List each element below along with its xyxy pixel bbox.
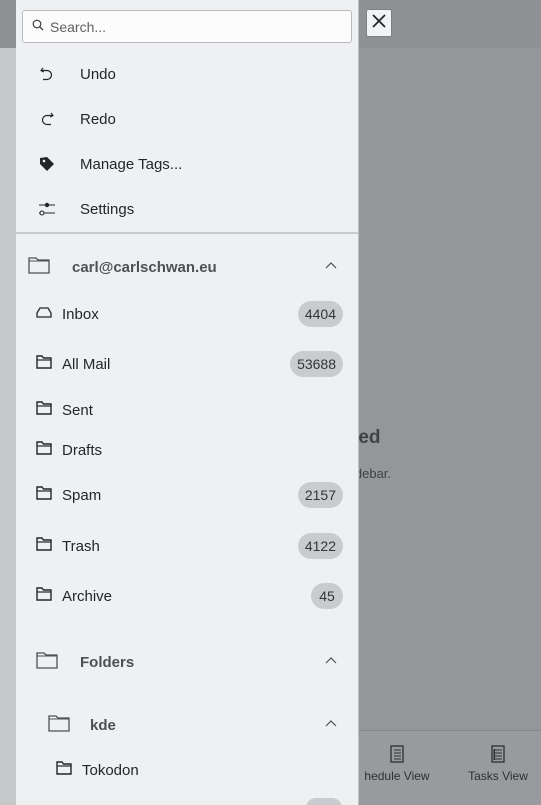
window-edge bbox=[0, 0, 16, 805]
folder-label: Archive bbox=[62, 587, 113, 605]
folder-label: Sent bbox=[62, 401, 93, 419]
tab-label: hedule View bbox=[364, 769, 430, 783]
unread-count-badge bbox=[306, 798, 342, 805]
redo-icon bbox=[38, 110, 56, 128]
folder-sent[interactable]: Sent bbox=[16, 390, 358, 430]
menu-item-label: Undo bbox=[80, 65, 116, 83]
menu-item-undo[interactable]: Undo bbox=[16, 54, 358, 94]
folder-label: Trash bbox=[62, 537, 100, 555]
folder-icon bbox=[48, 714, 70, 737]
unread-count-badge: 2157 bbox=[297, 482, 343, 508]
tab-schedule-view[interactable]: hedule View bbox=[352, 745, 442, 783]
search-field[interactable] bbox=[22, 10, 352, 43]
unread-count-badge: 4404 bbox=[297, 301, 343, 327]
settings-sliders-icon bbox=[38, 200, 56, 218]
kde-section-header[interactable]: kde bbox=[16, 705, 358, 745]
menu-item-redo[interactable]: Redo bbox=[16, 99, 358, 139]
folder-icon bbox=[36, 354, 52, 374]
navigation-drawer: Undo Redo Manage Tags... Settings carl@c… bbox=[16, 0, 359, 805]
folder-icon bbox=[28, 256, 50, 279]
tab-label: Tasks View bbox=[468, 769, 528, 783]
chevron-up-icon[interactable] bbox=[324, 653, 338, 671]
folder-icon bbox=[36, 400, 52, 420]
folder-trash[interactable]: Trash 4122 bbox=[16, 526, 358, 566]
folder-label: Drafts bbox=[62, 441, 103, 459]
inbox-icon bbox=[36, 305, 52, 324]
folder-icon bbox=[56, 760, 72, 780]
folders-section-header[interactable]: Folders bbox=[16, 642, 358, 682]
folder-inbox[interactable]: Inbox 4404 bbox=[16, 294, 358, 334]
chevron-up-icon[interactable] bbox=[324, 716, 338, 734]
unread-count-badge: 4122 bbox=[297, 533, 343, 559]
tasks-list-icon bbox=[490, 745, 506, 763]
folder-archive[interactable]: Archive 45 bbox=[16, 576, 358, 616]
unread-count-badge: 45 bbox=[311, 583, 343, 609]
tab-tasks-view[interactable]: Tasks View bbox=[453, 745, 541, 783]
unread-count-badge: 53688 bbox=[290, 351, 343, 377]
section-label: kde bbox=[90, 716, 116, 734]
chevron-up-icon[interactable] bbox=[324, 258, 338, 276]
folder-spam[interactable]: Spam 2157 bbox=[16, 475, 358, 515]
search-icon bbox=[32, 18, 44, 36]
undo-icon bbox=[38, 65, 56, 83]
account-name: carl@carlschwan.eu bbox=[72, 258, 217, 276]
menu-item-label: Manage Tags... bbox=[80, 155, 183, 173]
folder-drafts[interactable]: Drafts bbox=[16, 430, 358, 470]
folder-label: Tokodon bbox=[82, 761, 139, 779]
folder-tokodon[interactable]: Tokodon bbox=[16, 750, 358, 790]
folder-label: Inbox bbox=[62, 305, 99, 323]
menu-item-label: Redo bbox=[80, 110, 116, 128]
close-icon bbox=[371, 13, 387, 34]
folder-icon bbox=[36, 440, 52, 460]
search-input[interactable] bbox=[50, 18, 330, 35]
folder-icon bbox=[36, 485, 52, 505]
calendar-list-icon bbox=[389, 745, 405, 763]
folder-icon bbox=[36, 651, 58, 674]
folder-icon bbox=[36, 536, 52, 556]
tag-icon bbox=[38, 155, 56, 173]
section-label: Folders bbox=[80, 653, 135, 671]
folder-all-mail[interactable]: All Mail 53688 bbox=[16, 344, 358, 384]
folder-icon bbox=[36, 586, 52, 606]
menu-item-manage-tags[interactable]: Manage Tags... bbox=[16, 144, 358, 184]
menu-item-label: Settings bbox=[80, 200, 135, 218]
folder-label: All Mail bbox=[62, 355, 111, 373]
menu-item-settings[interactable]: Settings bbox=[16, 189, 358, 229]
folder-label: Spam bbox=[62, 486, 102, 504]
menu-divider bbox=[16, 232, 358, 234]
account-header[interactable]: carl@carlschwan.eu bbox=[16, 247, 358, 287]
close-button[interactable] bbox=[366, 9, 392, 37]
